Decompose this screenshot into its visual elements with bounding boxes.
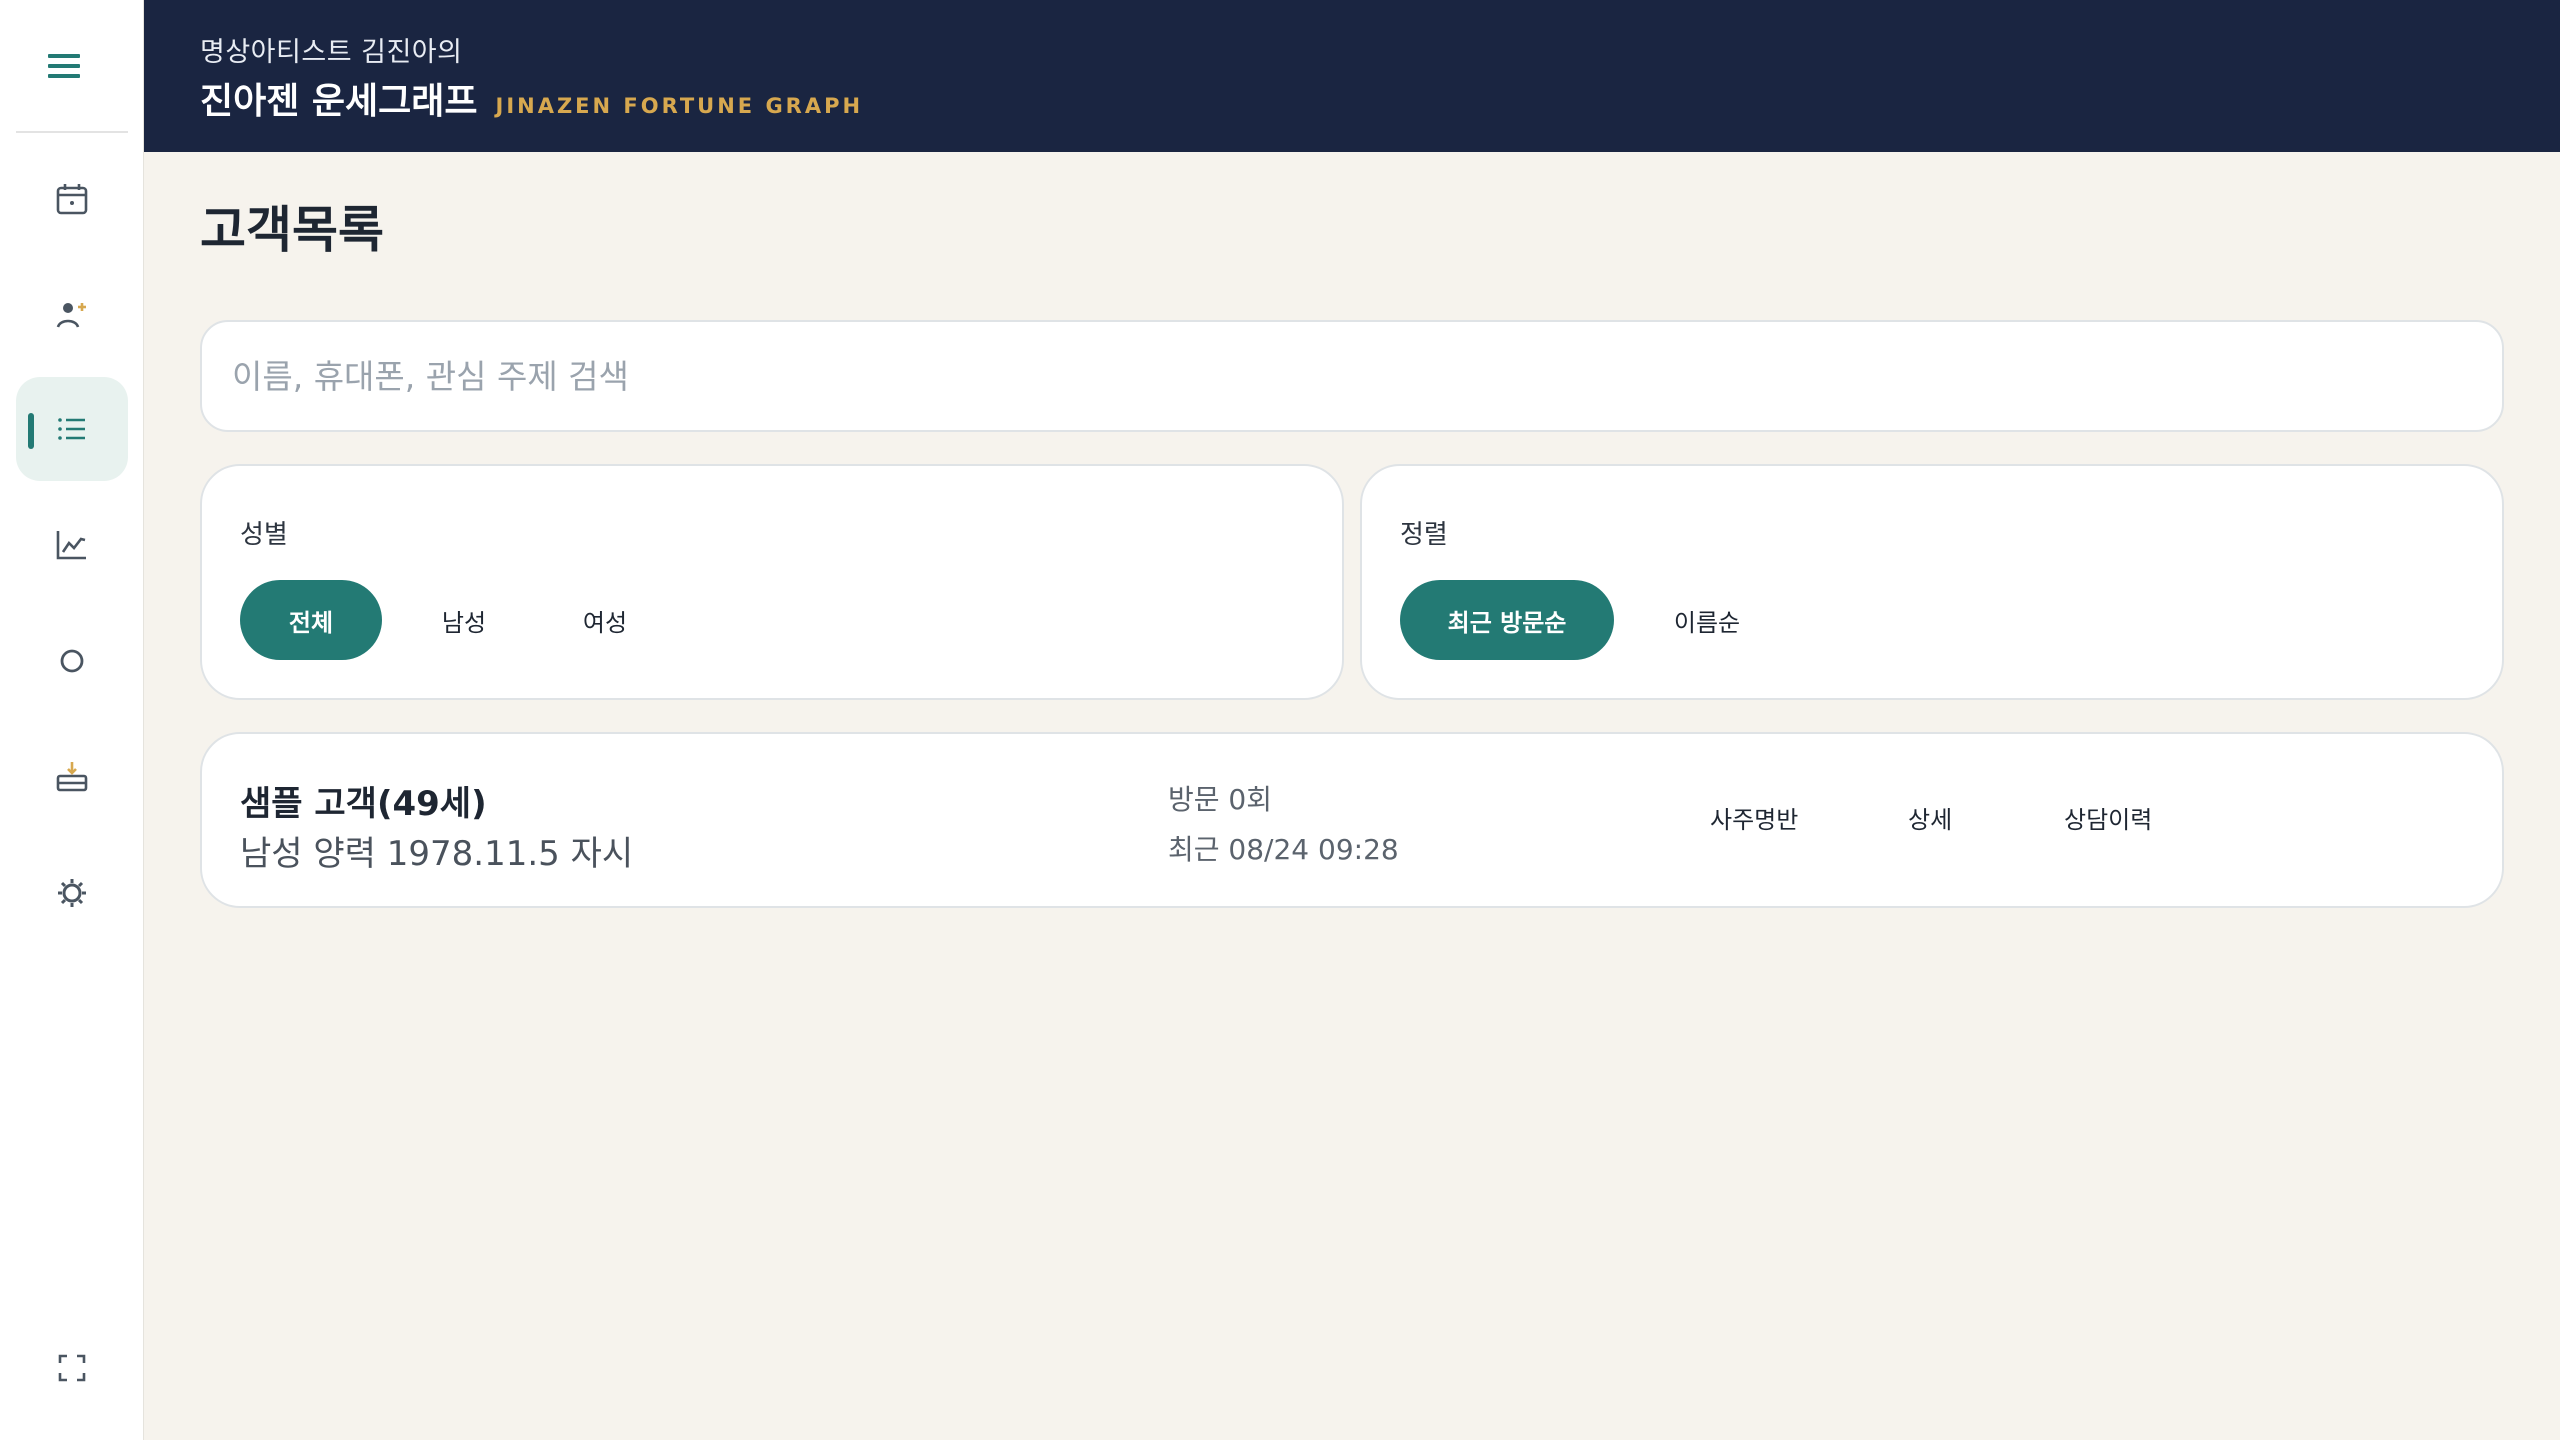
nav-item-settings[interactable] <box>16 841 128 945</box>
fullscreen-icon <box>58 1354 86 1382</box>
saju-chart-button[interactable]: 사주명반 <box>1710 800 1798 835</box>
chart-icon <box>56 531 86 560</box>
menu-button[interactable] <box>0 0 128 132</box>
customer-card[interactable]: 샘플 고객(49세) 남성 양력 1978.11.5 자시 방문 0회 최근 0… <box>200 732 2504 908</box>
nav-item-inbox[interactable] <box>16 725 128 829</box>
nav-item-calendar[interactable] <box>16 147 128 251</box>
customer-name: 샘플 고객(49세) <box>240 784 487 824</box>
sort-filter-label: 정렬 <box>1400 520 1448 550</box>
calendar-icon <box>56 184 88 215</box>
hamburger-menu-icon <box>48 54 80 78</box>
gender-filter-card: 성별 전체 남성 여성 <box>200 464 1344 700</box>
customer-birth-info: 남성 양력 1978.11.5 자시 <box>240 834 634 874</box>
gender-filter-label: 성별 <box>240 520 288 550</box>
sort-filter-card: 정렬 최근 방문순 이름순 <box>1360 464 2504 700</box>
detail-button[interactable]: 상세 <box>1908 800 1952 835</box>
active-indicator <box>28 413 34 449</box>
customer-recent-visit: 최근 08/24 09:28 <box>1168 833 1399 866</box>
nav-item-circle[interactable] <box>16 609 128 713</box>
search-input[interactable] <box>232 322 2472 430</box>
settings-icon <box>58 879 86 907</box>
nav-item-add-customer[interactable] <box>16 263 128 367</box>
app-title-english: JINAZEN FORTUNE GRAPH <box>495 94 864 118</box>
header-title-row: 진아젠 운세그래프 JINAZEN FORTUNE GRAPH <box>200 72 863 124</box>
nav-item-fortune-chart[interactable] <box>16 493 128 597</box>
search-box <box>200 320 2504 432</box>
customer-visit-count: 방문 0회 <box>1168 783 1272 816</box>
fullscreen-button[interactable] <box>16 1316 128 1420</box>
sort-option-recent[interactable]: 최근 방문순 <box>1400 580 1614 660</box>
sort-options: 최근 방문순 이름순 <box>1400 580 1800 660</box>
gender-options: 전체 남성 여성 <box>240 580 676 660</box>
inbox-download-icon <box>56 762 88 792</box>
list-icon <box>58 418 85 440</box>
sidebar <box>0 0 144 1440</box>
gender-option-female[interactable]: 여성 <box>534 580 676 660</box>
gender-option-male[interactable]: 남성 <box>382 580 546 660</box>
app-title: 진아젠 운세그래프 <box>200 81 478 122</box>
nav-item-customer-list[interactable] <box>16 377 128 481</box>
page-title: 고객목록 <box>200 201 384 259</box>
circle-icon <box>60 649 84 673</box>
sort-option-name[interactable]: 이름순 <box>1614 580 1800 660</box>
app-header: 명상아티스트 김진아의 진아젠 운세그래프 JINAZEN FORTUNE GR… <box>144 0 2560 152</box>
add-person-icon <box>56 303 86 328</box>
header-subtitle: 명상아티스트 김진아의 <box>200 37 463 68</box>
consultation-history-button[interactable]: 상담이력 <box>2064 800 2152 835</box>
sidebar-divider <box>16 131 128 133</box>
gender-option-all[interactable]: 전체 <box>240 580 382 660</box>
